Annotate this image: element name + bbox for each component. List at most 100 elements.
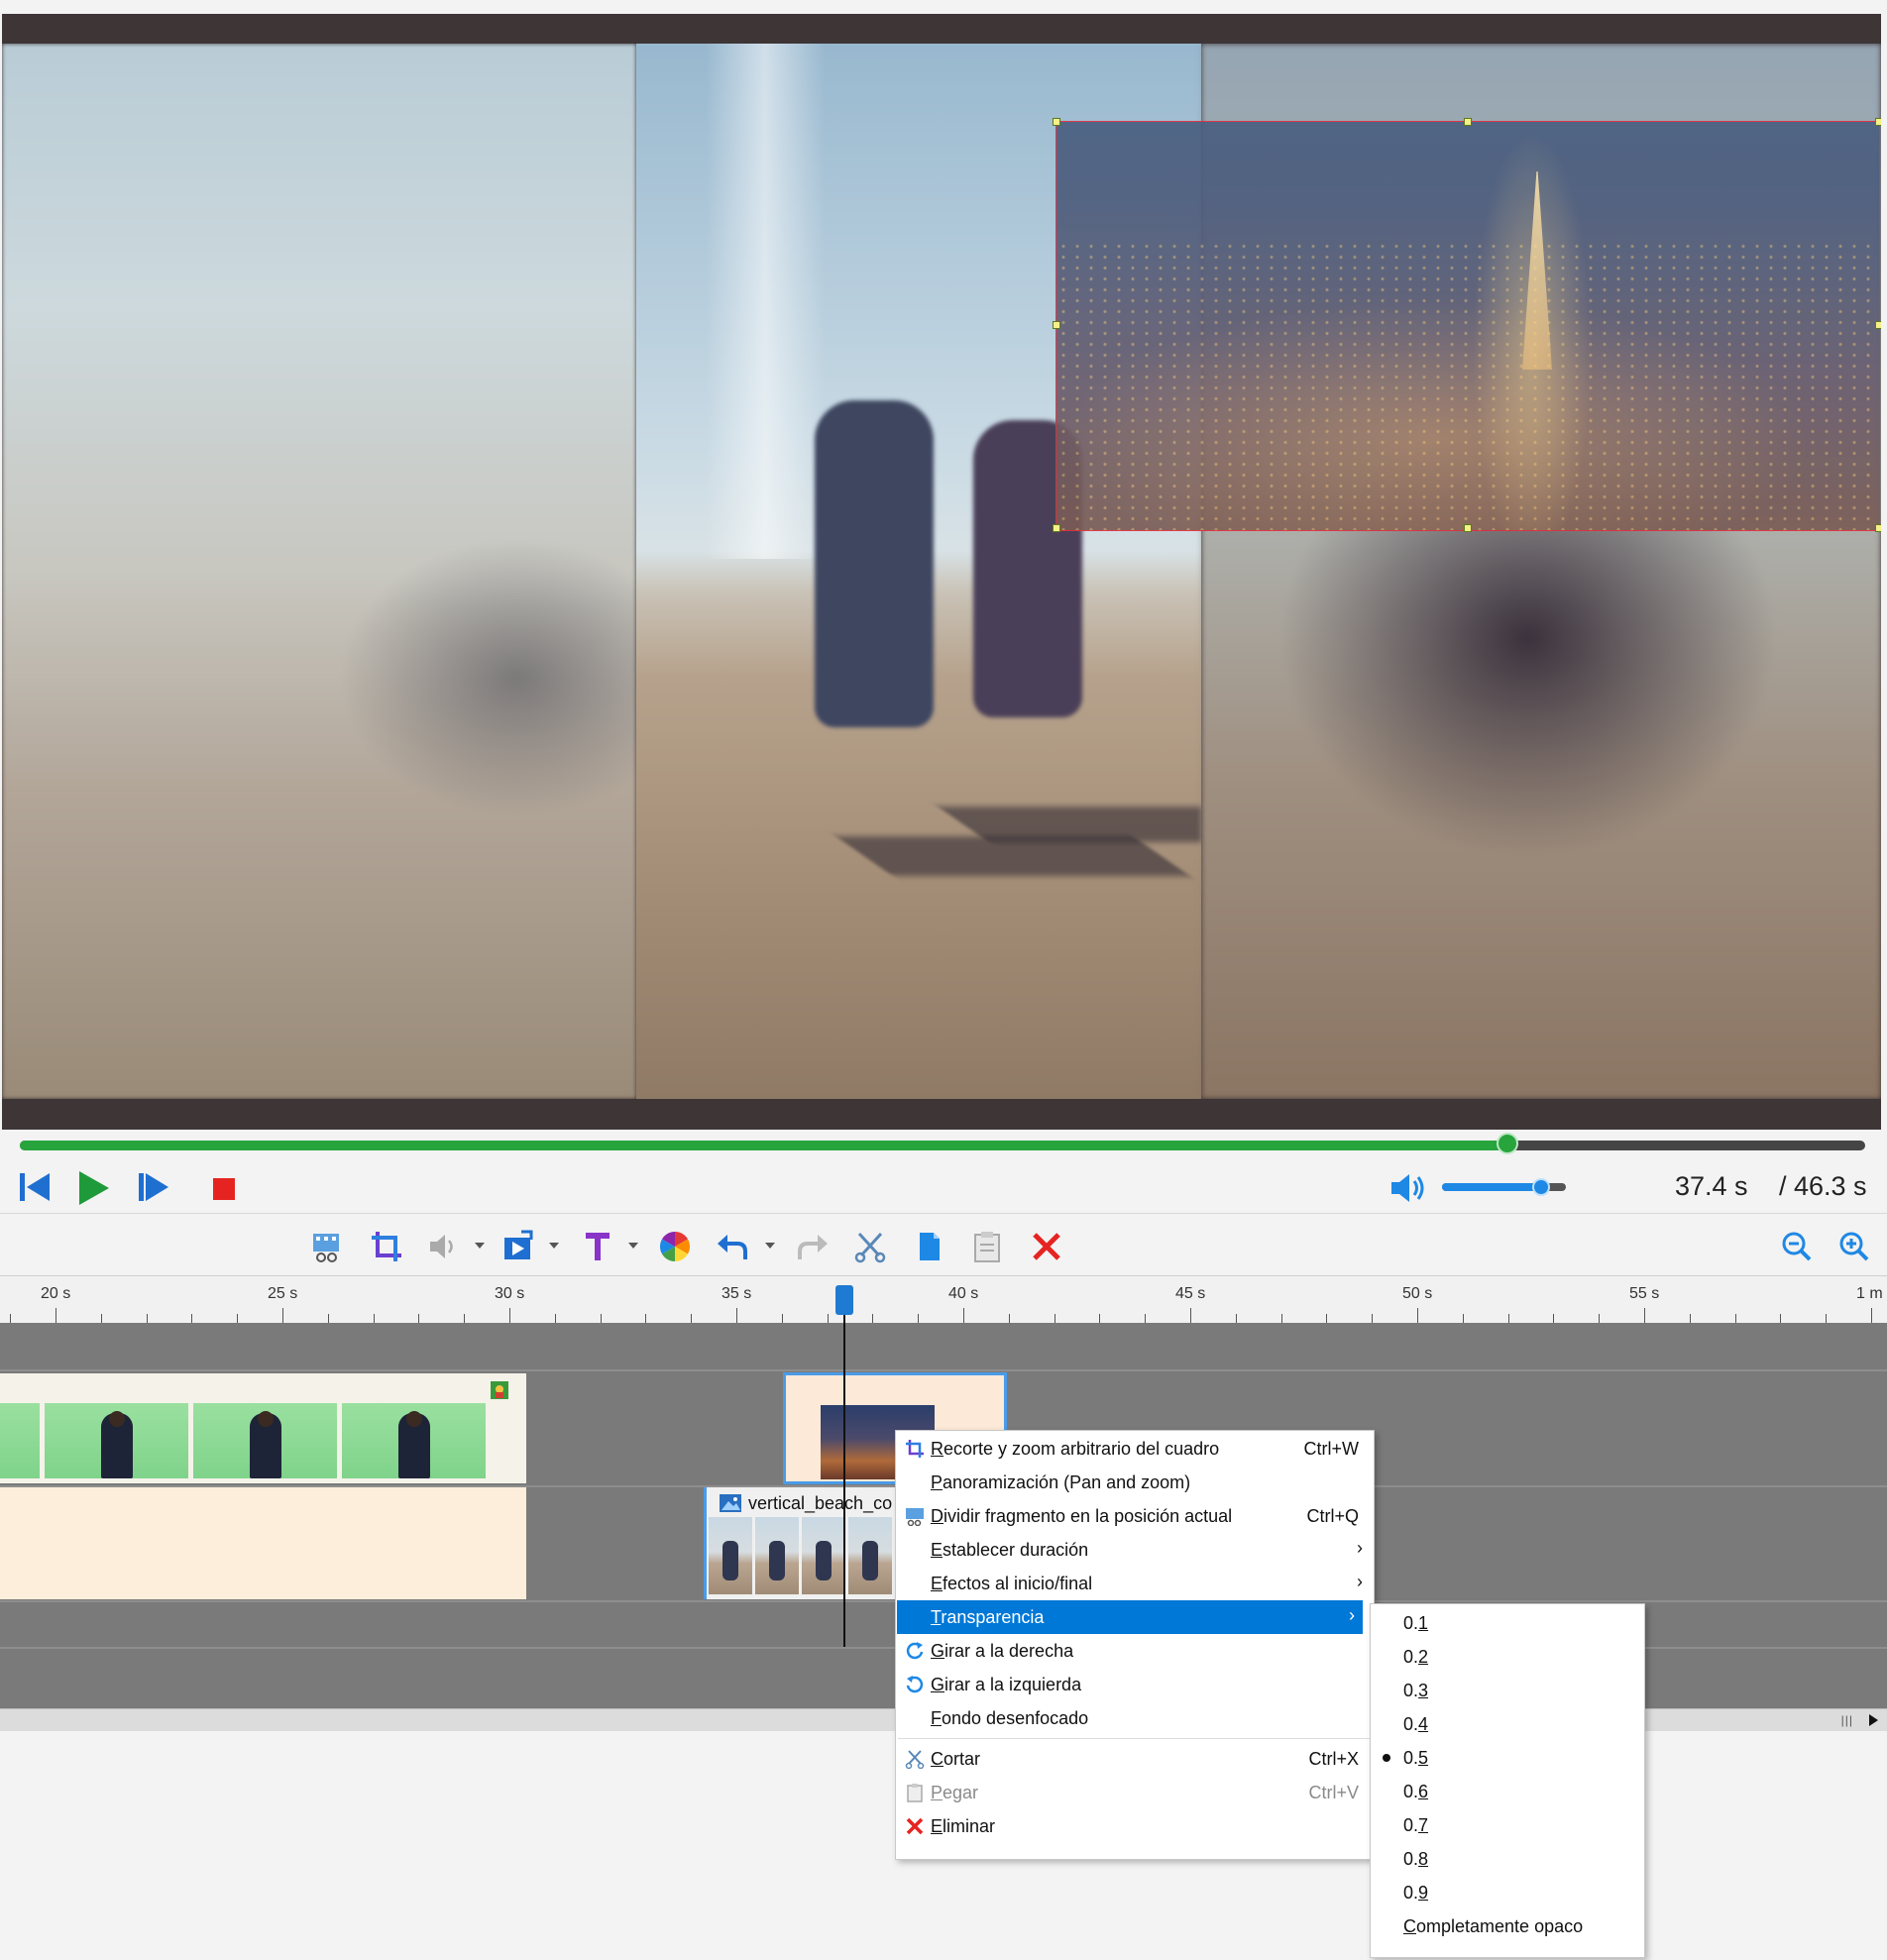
cut-icon <box>854 1232 886 1263</box>
scroll-right-arrow-icon[interactable] <box>1867 1713 1879 1727</box>
background-clip[interactable] <box>0 1487 526 1599</box>
ruler-label: 35 s <box>722 1285 752 1302</box>
seek-bar[interactable] <box>20 1133 1865 1154</box>
transitions-dropdown-arrow[interactable] <box>549 1243 559 1249</box>
resize-handle-bottom-left[interactable] <box>1053 524 1060 532</box>
transparency-submenu: 0.1 0.2 0.3 0.4 0.5 0.6 0.7 0.8 0.9 Completamente… <box>1370 1603 1645 1958</box>
paste-button[interactable] <box>969 1229 1005 1264</box>
resize-handle-right[interactable] <box>1875 321 1881 329</box>
crop-icon <box>905 1439 925 1459</box>
stop-icon <box>213 1178 235 1200</box>
undo-dropdown-arrow[interactable] <box>765 1243 775 1249</box>
transparency-option-0-1[interactable]: 0.1 <box>1372 1606 1641 1640</box>
volume-knob[interactable] <box>1532 1178 1550 1196</box>
paste-icon <box>974 1232 1000 1262</box>
volume-slider[interactable] <box>1442 1178 1566 1196</box>
ruler-tick <box>509 1308 510 1324</box>
context-menu: Recorte y zoom arbitrario del cuadro Ctrl… <box>895 1430 1375 1860</box>
play-icon <box>79 1171 109 1205</box>
transparency-option-0-7[interactable]: 0.7 <box>1372 1808 1641 1842</box>
ruler-tick <box>736 1308 737 1324</box>
resize-handle-top-left[interactable] <box>1053 118 1060 126</box>
seek-knob[interactable] <box>1496 1133 1518 1154</box>
menu-separator <box>898 1738 1370 1739</box>
previous-frame-button[interactable] <box>18 1169 52 1210</box>
menu-item-girar-a-la-derecha[interactable]: Girar a la derecha <box>897 1634 1371 1668</box>
transparency-option-0-4[interactable]: 0.4 <box>1372 1707 1641 1741</box>
ruler-tick <box>282 1308 283 1324</box>
play-button[interactable] <box>77 1169 111 1212</box>
split-clip-button[interactable] <box>309 1229 345 1264</box>
total-time: / 46.3 s <box>1779 1171 1867 1201</box>
resize-handle-left[interactable] <box>1053 321 1060 329</box>
checked-bullet-icon <box>1383 1754 1390 1762</box>
clip-thumbnail <box>709 1517 752 1594</box>
menu-item-eliminar[interactable]: Eliminar <box>897 1809 1371 1843</box>
menu-item-label: Transparencia <box>931 1607 1045 1627</box>
copy-icon <box>920 1233 940 1260</box>
transparency-option-0-9[interactable]: 0.9 <box>1372 1876 1641 1909</box>
menu-item-cortar[interactable]: Cortar Ctrl+X <box>897 1742 1371 1776</box>
split-icon <box>905 1506 925 1526</box>
speaker-icon <box>1391 1174 1424 1202</box>
overlay-image-paris[interactable] <box>1055 121 1880 531</box>
ruler-label: 45 s <box>1175 1285 1206 1302</box>
transparency-option-0-8[interactable]: 0.8 <box>1372 1842 1641 1876</box>
green-screen-clip[interactable] <box>0 1373 526 1483</box>
audio-button[interactable] <box>426 1229 462 1264</box>
transparency-option-0-2[interactable]: 0.2 <box>1372 1640 1641 1674</box>
menu-item-efectos-al-inicio-final[interactable]: Efectos al inicio/final › <box>897 1567 1371 1600</box>
submenu-arrow-icon: › <box>1357 1538 1363 1558</box>
next-frame-button[interactable] <box>137 1169 170 1210</box>
cut-button[interactable] <box>852 1229 888 1264</box>
video-preview[interactable] <box>2 14 1881 1130</box>
menu-item-shortcut: Ctrl+X <box>1308 1749 1359 1769</box>
menu-item-recorte-y-zoom-arbitrario-del-cuadro[interactable]: Recorte y zoom arbitrario del cuadro Ctrl… <box>897 1432 1371 1466</box>
zoom-in-button[interactable] <box>1836 1229 1872 1264</box>
text-dropdown-arrow[interactable] <box>628 1243 638 1249</box>
transitions-button[interactable] <box>500 1229 536 1264</box>
undo-button[interactable] <box>715 1229 750 1264</box>
menu-item-girar-a-la-izquierda[interactable]: Girar a la izquierda <box>897 1668 1371 1701</box>
audio-dropdown-arrow[interactable] <box>475 1243 485 1249</box>
rotate-left-icon <box>905 1675 925 1694</box>
zoom-out-button[interactable] <box>1779 1229 1815 1264</box>
resize-handle-bottom-right[interactable] <box>1875 524 1881 532</box>
resize-handle-top[interactable] <box>1464 118 1472 126</box>
resize-handle-top-right[interactable] <box>1875 118 1881 126</box>
transparency-option-completamente-opaco[interactable]: Completamente opaco <box>1372 1909 1641 1943</box>
copy-button[interactable] <box>911 1229 946 1264</box>
divider <box>0 1213 1887 1214</box>
text-button[interactable] <box>580 1229 615 1264</box>
color-button[interactable] <box>657 1229 693 1264</box>
clip-thumbnail <box>802 1517 845 1594</box>
text-icon <box>586 1233 610 1260</box>
ruler-label: 50 s <box>1402 1285 1433 1302</box>
volume-button[interactable] <box>1389 1171 1429 1210</box>
clip-thumbnail <box>0 1403 40 1478</box>
submenu-arrow-icon: › <box>1349 1605 1355 1625</box>
menu-item-establecer-duracion[interactable]: Establecer duración › <box>897 1533 1371 1567</box>
menu-item-dividir-fragmento-en-la-posicion-actual[interactable]: Dividir fragmento en la posición actual C… <box>897 1499 1371 1533</box>
playhead-handle[interactable] <box>835 1285 853 1315</box>
cut-icon <box>905 1749 925 1769</box>
transparency-option-0-6[interactable]: 0.6 <box>1372 1775 1641 1808</box>
transparency-option-0-3[interactable]: 0.3 <box>1372 1674 1641 1707</box>
menu-item-label: Girar a la derecha <box>931 1641 1074 1661</box>
menu-item-label: Pegar <box>931 1783 979 1802</box>
resize-handle-bottom[interactable] <box>1464 524 1472 532</box>
menu-item-pegar[interactable]: Pegar Ctrl+V <box>897 1776 1371 1809</box>
crop-button[interactable] <box>369 1229 404 1264</box>
vertical-beach-clip[interactable]: vertical_beach_co <box>704 1487 902 1599</box>
menu-item-transparencia[interactable]: Transparencia › <box>897 1600 1363 1634</box>
menu-item-fondo-desenfocado[interactable]: Fondo desenfocado <box>897 1701 1371 1735</box>
delete-button[interactable] <box>1029 1229 1064 1264</box>
redo-button[interactable] <box>795 1229 831 1264</box>
menu-item-panoramizacion-pan-and-zoom[interactable]: Panoramización (Pan and zoom) <box>897 1466 1371 1499</box>
skip-forward-icon <box>139 1173 168 1201</box>
timeline-ruler[interactable]: 20 s 25 s 30 s 35 s 40 s 45 s 50 s 55 s 1 m <box>0 1275 1887 1324</box>
stop-button[interactable] <box>212 1177 236 1206</box>
menu-item-label: Eliminar <box>931 1816 996 1836</box>
transparency-option-label: 0.7 <box>1403 1815 1429 1835</box>
transparency-option-0-5[interactable]: 0.5 <box>1372 1741 1641 1775</box>
